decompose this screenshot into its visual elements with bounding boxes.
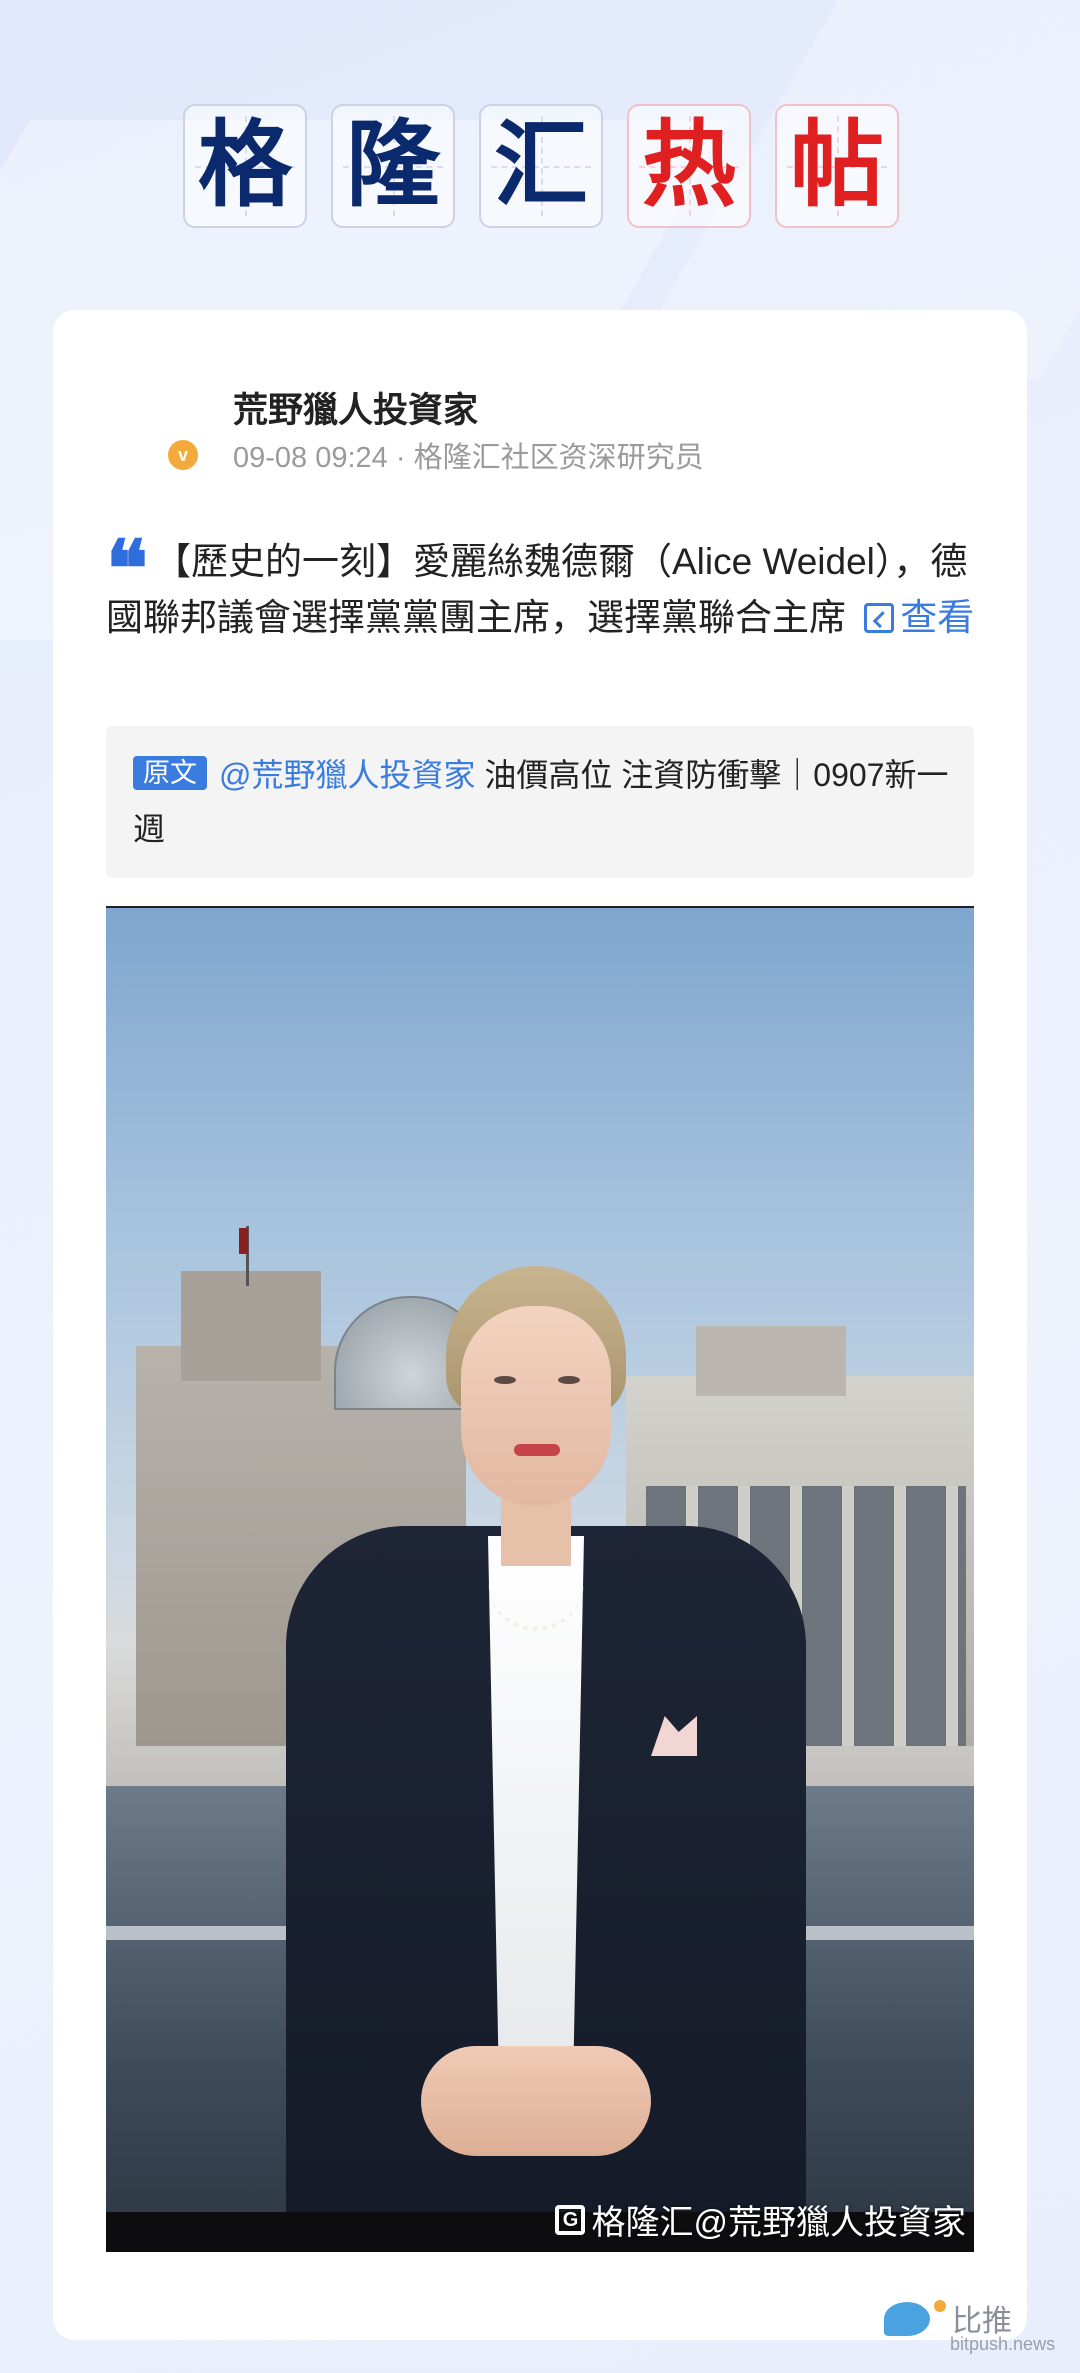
post-meta: 09-08 09:24 · 格隆汇社区资深研究员 (233, 442, 704, 474)
photo-eye (558, 1376, 580, 1384)
verified-badge-icon: v (168, 440, 198, 470)
source-handle[interactable]: @荒野獵人投資家 (219, 757, 476, 793)
image-icon (864, 603, 895, 633)
photo-border (106, 906, 974, 908)
title-tile: 格 (183, 104, 307, 228)
bird-icon (884, 2302, 930, 2336)
title-char: 隆 (345, 111, 440, 220)
photo-watermark: G 格隆汇@荒野獵人投資家 (555, 2195, 966, 2244)
brand-logo: 比推 bitpush.news (884, 2300, 1064, 2360)
photo-hands (421, 2046, 651, 2156)
photo-neck (501, 1496, 571, 1566)
title-char: 帖 (789, 111, 884, 220)
author-name[interactable]: 荒野獵人投資家 (233, 382, 733, 433)
watermark-logo-icon: G (555, 2204, 586, 2235)
photo-eye (494, 1376, 516, 1384)
source-badge: 原文 (133, 756, 207, 790)
header-title: 格 隆 汇 热 帖 (183, 104, 899, 228)
source-text: 原文 @荒野獵人投資家 油價高位 注資防衝擊｜0907新一週 (133, 748, 963, 856)
photo-flag (239, 1228, 248, 1254)
title-tile: 隆 (331, 104, 455, 228)
post-card: 荒野獵人投資家 09-08 09:24 · 格隆汇社区资深研究员 v ❝ 【歷史的… (53, 310, 1027, 2340)
title-tile-hot: 热 (627, 104, 751, 228)
view-image-label: 查看 (900, 597, 975, 638)
brand-dot-icon (934, 2300, 946, 2312)
post-photo[interactable]: G 格隆汇@荒野獵人投資家 (106, 906, 974, 2252)
photo-face (461, 1306, 611, 1506)
title-tile-hot: 帖 (775, 104, 899, 228)
photo-person (266, 1266, 826, 2252)
post-body-text: 【歷史的一刻】愛麗絲魏德爾（Alice Weidel），德國聯邦議會選擇黨黨團主… (106, 541, 968, 638)
title-tile: 汇 (479, 104, 603, 228)
brand-url: bitpush.news (950, 2334, 1056, 2354)
photo-lips (514, 1444, 560, 1456)
quote-icon: ❝ (106, 524, 148, 615)
post-body: ❝ 【歷史的一刻】愛麗絲魏德爾（Alice Weidel），德國聯邦議會選擇黨黨團… (106, 524, 986, 646)
title-char: 热 (641, 111, 736, 220)
source-post-box[interactable]: 原文 @荒野獵人投資家 油價高位 注資防衝擊｜0907新一週 (106, 726, 974, 878)
title-char: 格 (197, 111, 292, 220)
view-image-link[interactable]: 查看 (856, 597, 974, 638)
title-char: 汇 (493, 111, 588, 220)
watermark-text: 格隆汇@荒野獵人投資家 (591, 2204, 966, 2242)
